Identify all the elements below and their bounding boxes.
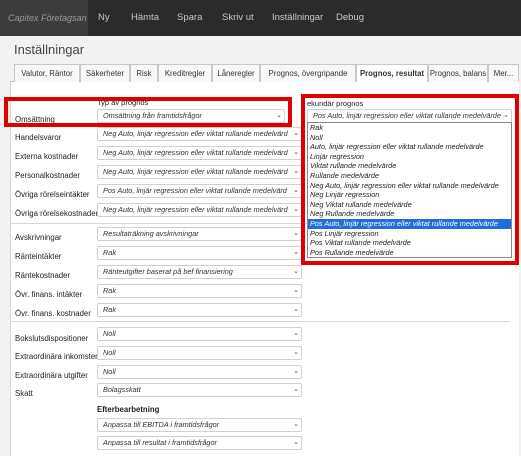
brand-logo: Capitex Företagsan bbox=[0, 0, 88, 36]
row-label-externa-kostnader: Externa kostnader bbox=[15, 152, 79, 161]
forecast-select-ovr-finans-intakter[interactable]: Rak ⌄ bbox=[97, 284, 302, 298]
row-label-avskrivningar: Avskrivningar bbox=[15, 233, 62, 242]
tab-kreditregler[interactable]: Kreditregler bbox=[158, 64, 212, 82]
row-label-skatt: Skatt bbox=[15, 389, 33, 398]
top-navigation-bar: Capitex Företagsan Ny Hämta Spara Skriv … bbox=[0, 0, 521, 36]
row-label-extraordinara-inkomster: Extraordinära inkomster bbox=[15, 352, 98, 361]
forecast-select-rantekostnader[interactable]: Ränteutgifter baserat på bef finansierin… bbox=[97, 265, 302, 279]
row-label-ovr-finans-intakter: Övr. finans. intäkter bbox=[15, 290, 83, 299]
post-processing-select-ebitda[interactable]: Anpassa till EBITDA i framtidsfrågor ⌄ bbox=[97, 418, 302, 432]
menu-skriv-ut[interactable]: Skriv ut bbox=[222, 0, 254, 36]
chevron-down-icon: ⌄ bbox=[291, 384, 299, 396]
forecast-select-extraordinara-inkomster[interactable]: Noll ⌄ bbox=[97, 346, 302, 360]
row-label-extraordinara-utgifter: Extraordinära utgifter bbox=[15, 371, 88, 380]
forecast-select-ranteintakter[interactable]: Rak ⌄ bbox=[97, 246, 302, 260]
page-title: Inställningar bbox=[14, 42, 85, 57]
chevron-down-icon: ⌄ bbox=[291, 166, 299, 178]
forecast-select-avskrivningar[interactable]: Resultaträkning avskrivningar ⌄ bbox=[97, 227, 302, 241]
chevron-down-icon: ⌄ bbox=[291, 204, 299, 216]
chevron-down-icon: ⌄ bbox=[291, 128, 299, 140]
chevron-down-icon: ⌄ bbox=[291, 347, 299, 359]
menu-hamta[interactable]: Hämta bbox=[131, 0, 159, 36]
forecast-select-handelsvaror[interactable]: Neg Auto, linjär regression eller viktat… bbox=[97, 127, 302, 141]
row-label-ovriga-rorelseintakter: Övriga rörelseintäkter bbox=[15, 190, 90, 199]
highlight-box-secondary-forecast bbox=[301, 94, 519, 265]
chevron-down-icon: ⌄ bbox=[291, 419, 299, 431]
highlight-box-omsattning bbox=[4, 97, 292, 127]
forecast-select-extraordinara-utgifter[interactable]: Noll ⌄ bbox=[97, 365, 302, 379]
tab-valutor-rantor[interactable]: Valutor, Räntor bbox=[14, 64, 80, 82]
row-label-ranteintakter: Ränteintäkter bbox=[15, 252, 62, 261]
menu-debug[interactable]: Debug bbox=[336, 0, 364, 36]
row-label-handelsvaror: Handelsvaror bbox=[15, 133, 62, 142]
tab-prognos-overgripande[interactable]: Prognos, övergripande bbox=[260, 64, 356, 82]
tab-prognos-balans[interactable]: Prognos, balans bbox=[428, 64, 488, 82]
row-label-rantekostnader: Räntekostnader bbox=[15, 271, 71, 280]
menu-installningar[interactable]: Inställningar bbox=[272, 0, 323, 36]
forecast-select-personalkostnader[interactable]: Neg Auto, linjär regression eller viktat… bbox=[97, 165, 302, 179]
row-label-ovr-finans-kostnader: Övr. finans. kostnader bbox=[15, 309, 91, 318]
tab-prognos-resultat[interactable]: Prognos, resultat bbox=[356, 64, 428, 83]
tab-sakerheter[interactable]: Säkerheter bbox=[80, 64, 130, 82]
forecast-select-skatt[interactable]: Bolagsskatt ⌄ bbox=[97, 383, 302, 397]
forecast-select-ovriga-rorelseintakter[interactable]: Pos Auto, linjär regression eller viktat… bbox=[97, 184, 302, 198]
chevron-down-icon: ⌄ bbox=[291, 228, 299, 240]
forecast-select-externa-kostnader[interactable]: Neg Auto, linjär regression eller viktat… bbox=[97, 146, 302, 160]
forecast-select-ovriga-rorelsekostnader[interactable]: Neg Auto, linjär regression eller viktat… bbox=[97, 203, 302, 217]
chevron-down-icon: ⌄ bbox=[291, 247, 299, 259]
row-label-personalkostnader: Personalkostnader bbox=[15, 171, 81, 180]
section-divider bbox=[10, 321, 510, 322]
menu-spara[interactable]: Spara bbox=[177, 0, 202, 36]
chevron-down-icon: ⌄ bbox=[291, 304, 299, 316]
post-processing-select-resultat[interactable]: Anpassa till resultat i framtidsfrågor ⌄ bbox=[97, 436, 302, 450]
chevron-down-icon: ⌄ bbox=[291, 285, 299, 297]
chevron-down-icon: ⌄ bbox=[291, 147, 299, 159]
row-label-ovriga-rorelsekostnader: Övriga rörelsekostnader bbox=[15, 209, 99, 218]
tab-risk[interactable]: Risk bbox=[130, 64, 158, 82]
chevron-down-icon: ⌄ bbox=[291, 328, 299, 340]
tab-bar: Valutor, Räntor Säkerheter Risk Kreditre… bbox=[10, 64, 519, 83]
chevron-down-icon: ⌄ bbox=[291, 185, 299, 197]
tab-more[interactable]: Mer... bbox=[488, 64, 519, 82]
chevron-down-icon: ⌄ bbox=[291, 266, 299, 278]
menu-ny[interactable]: Ny bbox=[98, 0, 110, 36]
forecast-select-bokslutsdispositioner[interactable]: Noll ⌄ bbox=[97, 327, 302, 341]
chevron-down-icon: ⌄ bbox=[291, 437, 299, 449]
post-processing-header: Efterbearbetning bbox=[97, 405, 160, 414]
chevron-down-icon: ⌄ bbox=[291, 366, 299, 378]
forecast-select-ovr-finans-kostnader[interactable]: Rak ⌄ bbox=[97, 303, 302, 317]
tab-laneregler[interactable]: Låneregler bbox=[212, 64, 260, 82]
row-label-bokslutsdispositioner: Bokslutsdispositioner bbox=[15, 334, 89, 343]
